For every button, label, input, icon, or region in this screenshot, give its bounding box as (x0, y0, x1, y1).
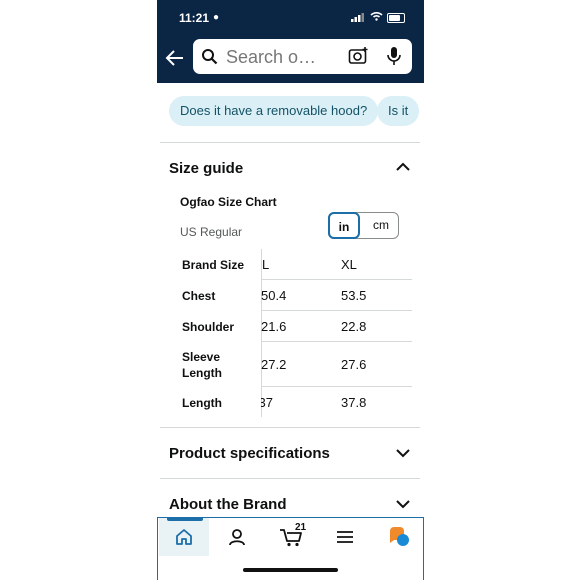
unit-toggle: in cm (328, 212, 399, 239)
cell-length-col1: 37 (261, 395, 273, 410)
nav-assistant-button[interactable] (374, 518, 424, 556)
person-icon: ● (213, 12, 220, 23)
status-bar: 11:21 ● (157, 0, 424, 34)
table-header-label: Brand Size (182, 258, 245, 272)
home-indicator (243, 568, 338, 572)
table-header-col1: L (262, 257, 270, 272)
camera-search-icon[interactable] (348, 46, 370, 66)
account-icon (229, 529, 245, 546)
wifi-icon (370, 12, 383, 21)
unit-cm-button[interactable]: cm (363, 213, 399, 238)
cell-chest-col1: 50.4 (261, 288, 287, 303)
chevron-up-icon[interactable] (395, 160, 411, 172)
size-guide-title[interactable]: Size guide (169, 160, 243, 177)
divider (160, 478, 420, 479)
about-brand-title[interactable]: About the Brand (169, 496, 287, 513)
assistant-icon (389, 527, 409, 546)
unit-in-button[interactable]: in (328, 212, 360, 239)
chevron-down-icon[interactable] (395, 498, 411, 510)
size-region: US Regular (180, 225, 243, 239)
home-icon (176, 529, 192, 545)
nav-home-button[interactable] (159, 518, 209, 556)
nav-cart-button[interactable]: 21 (266, 518, 316, 556)
nav-menu-button[interactable] (320, 518, 370, 556)
cell-length-col2: 37.8 (341, 395, 367, 410)
chip-question[interactable]: Does it have a removable hood? (169, 96, 379, 126)
search-bar[interactable] (193, 39, 412, 74)
menu-icon (337, 531, 353, 543)
cell-shoulder-col1: 21.6 (261, 319, 287, 334)
battery-icon (387, 13, 405, 23)
cell-sleeve-col2: 27.6 (341, 357, 367, 372)
back-arrow-icon[interactable] (163, 46, 187, 70)
row-label-sleeve-length: Sleeve Length (182, 350, 222, 380)
app-header (157, 34, 424, 83)
product-specs-title[interactable]: Product specifications (169, 445, 330, 462)
search-input[interactable] (224, 44, 343, 70)
row-label-shoulder: Shoulder (182, 320, 235, 334)
row-label-length: Length (182, 396, 222, 410)
signal-icon (351, 13, 364, 22)
row-divider (261, 386, 412, 387)
question-chips: Does it have a removable hood? Is it (157, 96, 424, 130)
active-tab-indicator (167, 518, 203, 521)
chevron-down-icon[interactable] (395, 447, 411, 459)
row-divider (261, 279, 412, 280)
divider (160, 142, 420, 143)
row-label-chest: Chest (182, 289, 216, 303)
cell-shoulder-col2: 22.8 (341, 319, 367, 334)
divider (160, 427, 420, 428)
microphone-icon[interactable] (386, 46, 402, 66)
table-header-col2: XL (341, 257, 357, 272)
cell-sleeve-col1: 27.2 (261, 357, 287, 372)
nav-account-button[interactable] (212, 518, 262, 556)
chip-question[interactable]: Is it (377, 96, 420, 126)
search-icon (202, 49, 218, 65)
row-divider (261, 310, 412, 311)
size-chart-title: Ogfao Size Chart (180, 195, 277, 209)
cart-icon (280, 529, 302, 547)
phone-screen: 11:21 ● Does it have a removable hood? I… (157, 0, 424, 580)
cell-chest-col2: 53.5 (341, 288, 367, 303)
status-time: 11:21 (179, 11, 210, 25)
row-divider (261, 341, 412, 342)
